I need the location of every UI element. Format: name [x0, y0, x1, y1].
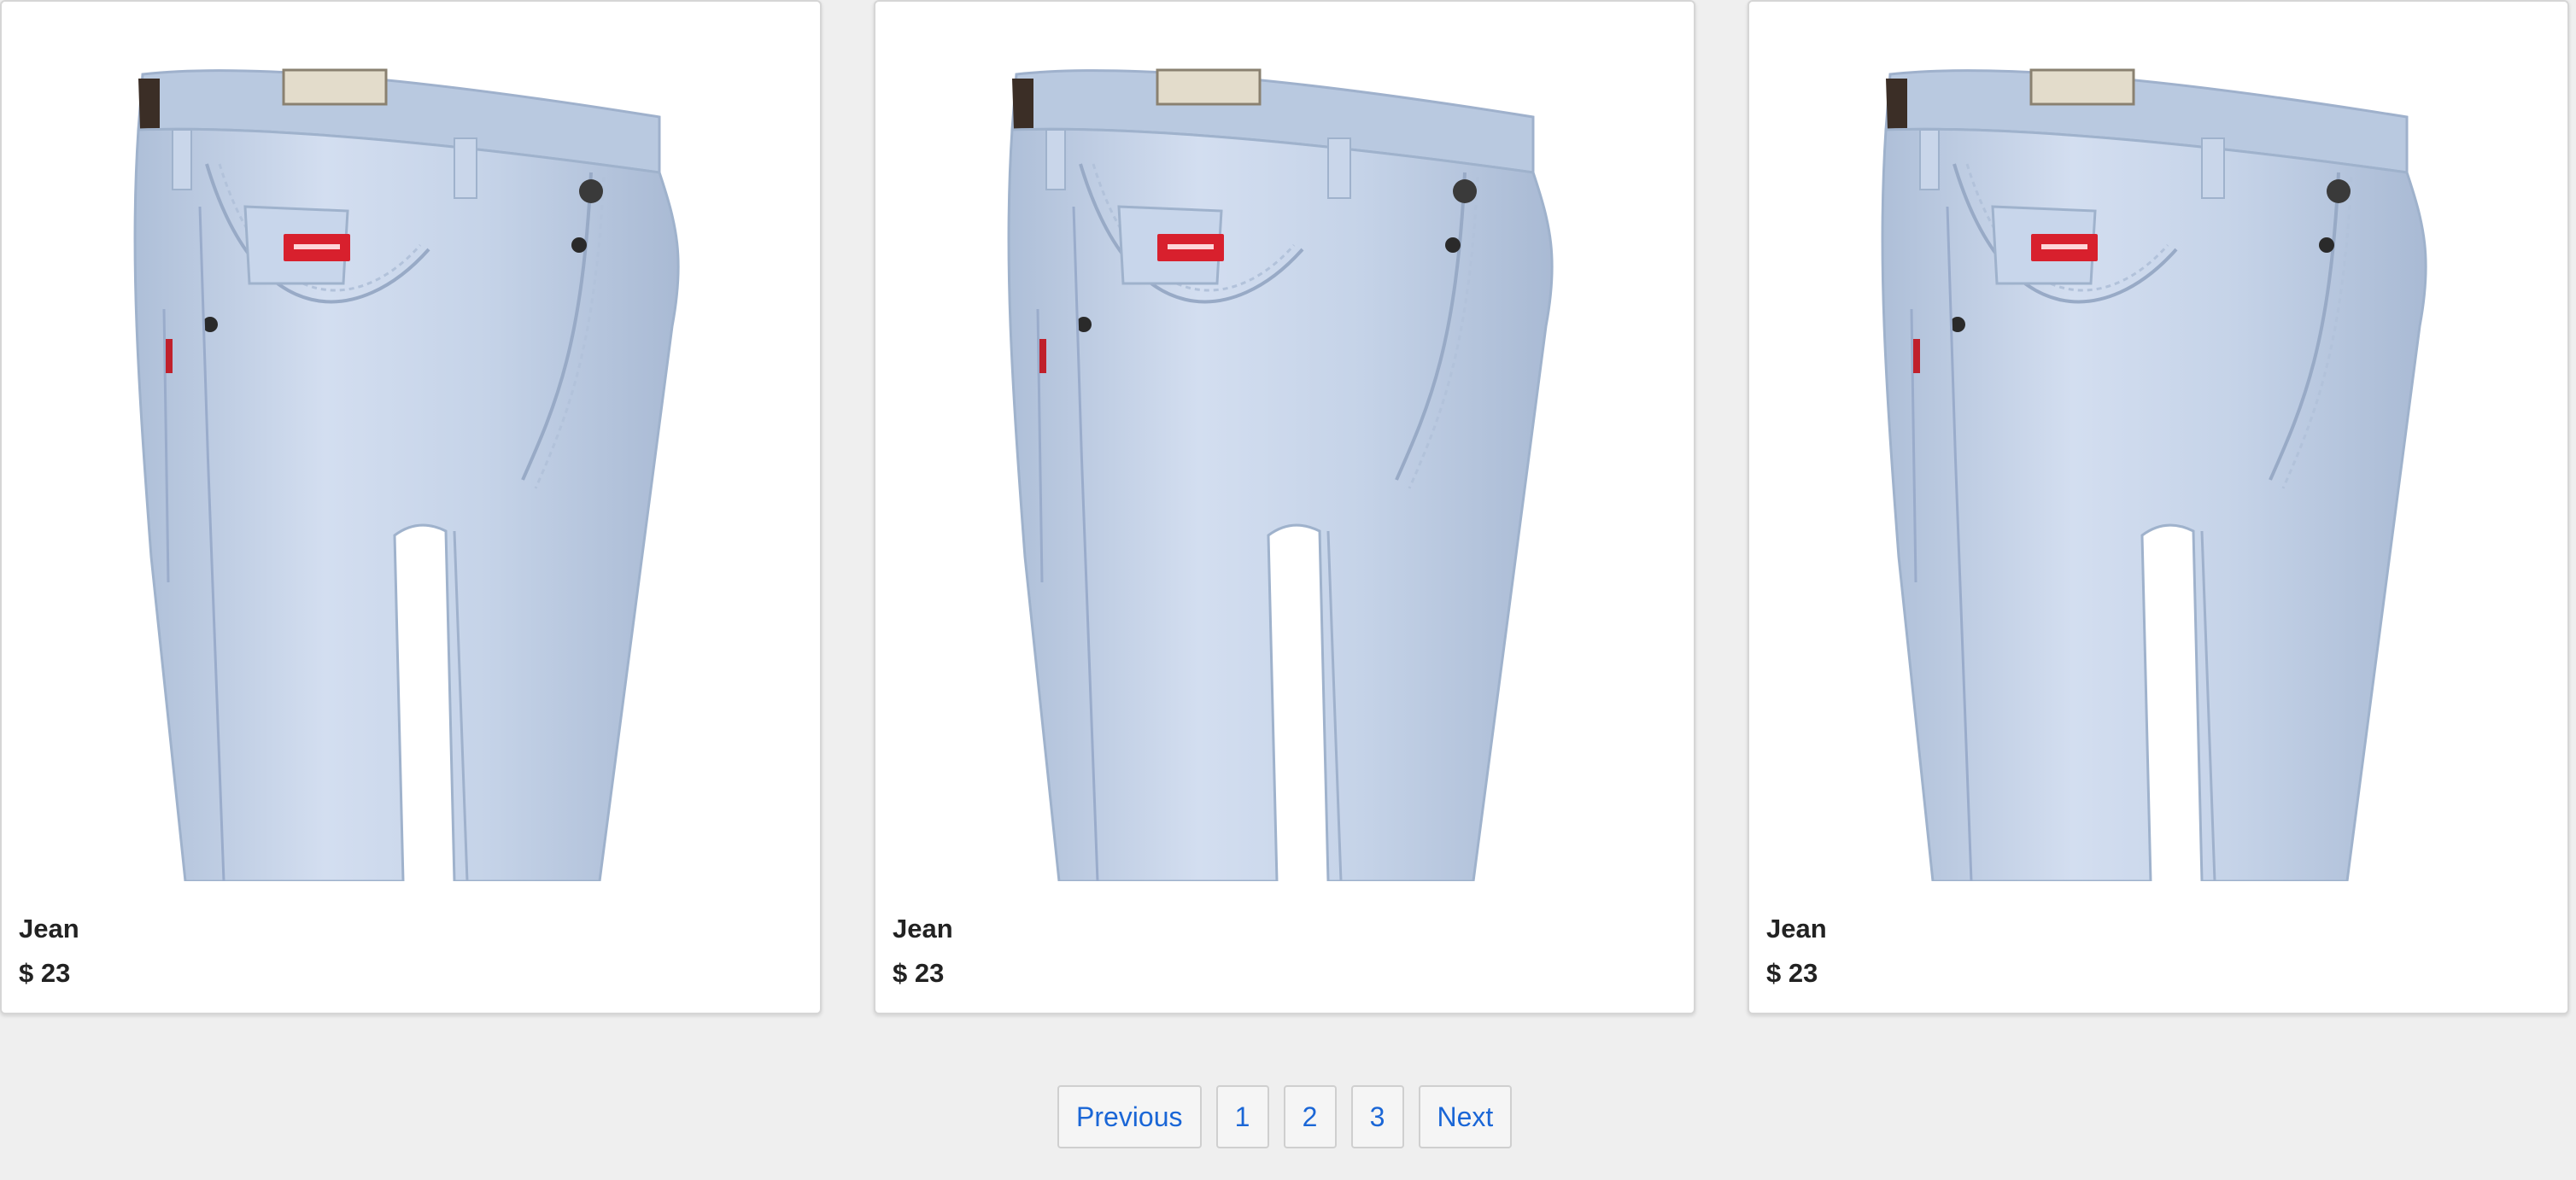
- product-card[interactable]: Jean $ 23: [874, 0, 1695, 1014]
- product-name[interactable]: Jean: [19, 914, 79, 944]
- product-image[interactable]: [2, 2, 820, 881]
- product-price: $ 23: [893, 958, 945, 988]
- product-name[interactable]: Jean: [1766, 914, 1827, 944]
- product-grid: Jean $ 23 Jean $ 23 Jean $ 23: [0, 0, 2576, 1016]
- product-image[interactable]: [875, 2, 1694, 881]
- page-3-button[interactable]: 3: [1350, 1085, 1404, 1148]
- product-price: $ 23: [19, 958, 71, 988]
- product-name[interactable]: Jean: [893, 914, 953, 944]
- product-image[interactable]: [1749, 2, 2567, 881]
- product-card[interactable]: Jean $ 23: [1748, 0, 2569, 1014]
- page-1-button[interactable]: 1: [1215, 1085, 1269, 1148]
- product-price: $ 23: [1766, 958, 1818, 988]
- previous-page-button[interactable]: Previous: [1057, 1085, 1202, 1148]
- pagination: Previous 1 2 3 Next: [1057, 1085, 1513, 1148]
- page-2-button[interactable]: 2: [1283, 1085, 1337, 1148]
- next-page-button[interactable]: Next: [1418, 1085, 1513, 1148]
- product-card[interactable]: Jean $ 23: [0, 0, 822, 1014]
